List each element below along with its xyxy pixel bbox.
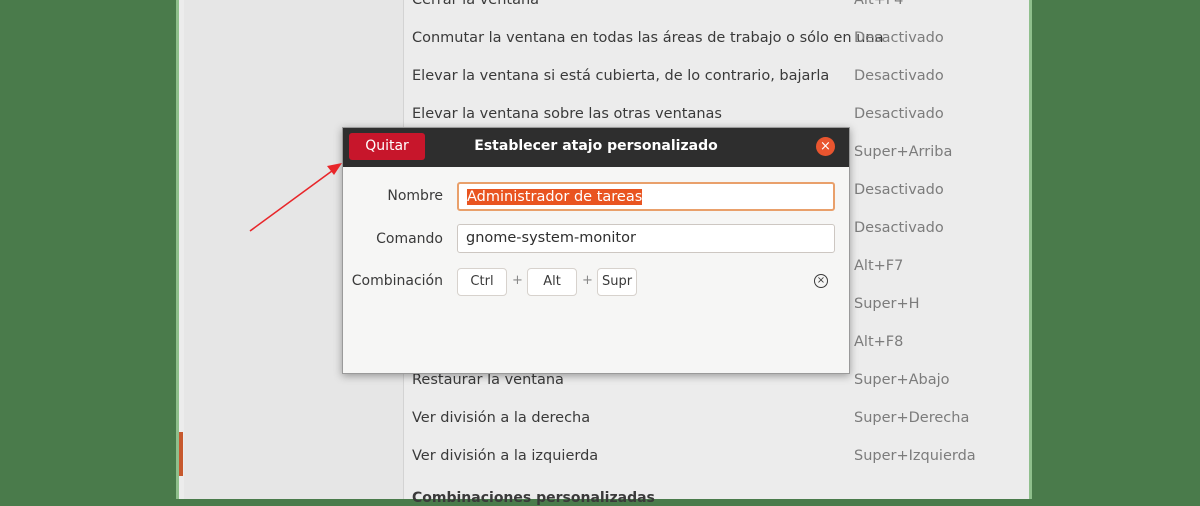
annotation-arrow	[249, 163, 342, 232]
